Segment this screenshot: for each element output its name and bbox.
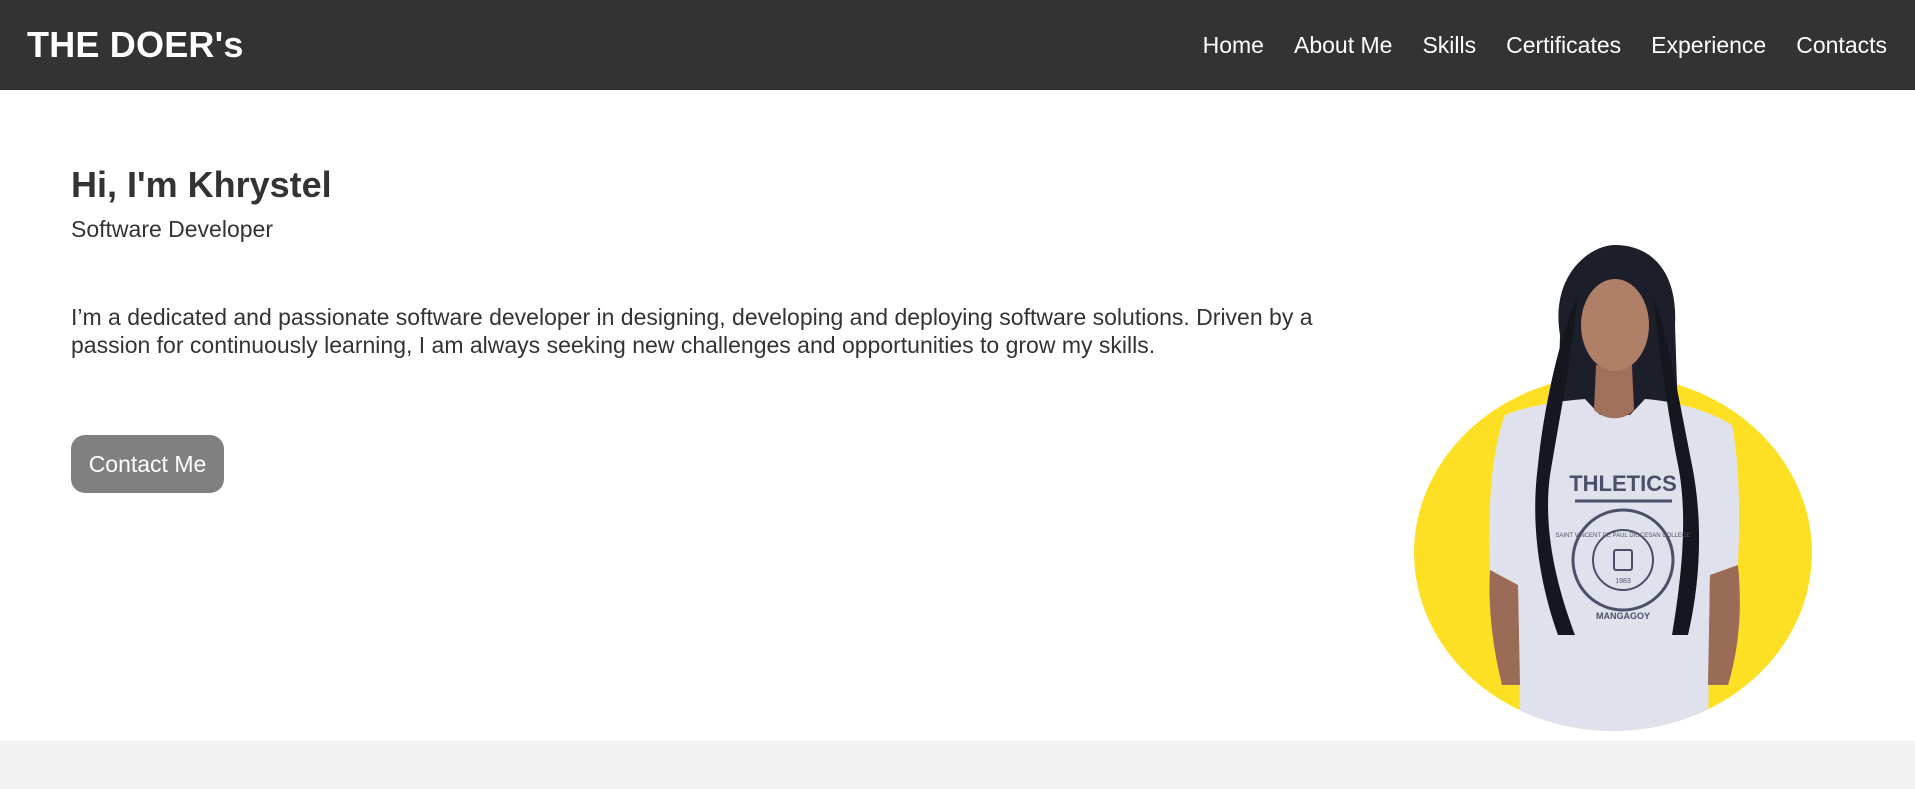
face-shape xyxy=(1581,279,1649,371)
tshirt-seal-year: 1983 xyxy=(1615,578,1631,585)
tshirt-print-top: THLETICS xyxy=(1569,471,1677,496)
nav-link-contacts[interactable]: Contacts xyxy=(1796,32,1887,59)
hero-role: Software Developer xyxy=(71,216,273,242)
nav-link-experience[interactable]: Experience xyxy=(1651,32,1766,59)
site-brand[interactable]: THE DOER's xyxy=(27,24,244,66)
tshirt-seal-text: SAINT VINCENT DE PAUL DIOCESAN COLLEGE xyxy=(1555,533,1690,539)
nav-link-about-me[interactable]: About Me xyxy=(1294,32,1392,59)
neck-shape xyxy=(1594,365,1634,419)
hero-greeting: Hi, I'm Khrystel xyxy=(71,164,332,205)
navbar: THE DOER's Home About Me Skills Certific… xyxy=(0,0,1915,90)
profile-photo: THLETICS SAINT VINCENT DE PAUL DIOCESAN … xyxy=(1414,245,1812,731)
hero-bio: I’m a dedicated and passionate software … xyxy=(71,304,1313,358)
next-section-band xyxy=(0,741,1915,789)
contact-me-button[interactable]: Contact Me xyxy=(71,435,224,493)
hero-section: Hi, I'm Khrystel Software Developer I’m … xyxy=(0,90,1915,741)
tshirt-seal-bottom: MANGAGOY xyxy=(1596,611,1650,621)
nav-link-skills[interactable]: Skills xyxy=(1422,32,1476,59)
nav-link-certificates[interactable]: Certificates xyxy=(1506,32,1621,59)
nav-link-home[interactable]: Home xyxy=(1203,32,1264,59)
nav-links: Home About Me Skills Certificates Experi… xyxy=(1203,32,1887,59)
